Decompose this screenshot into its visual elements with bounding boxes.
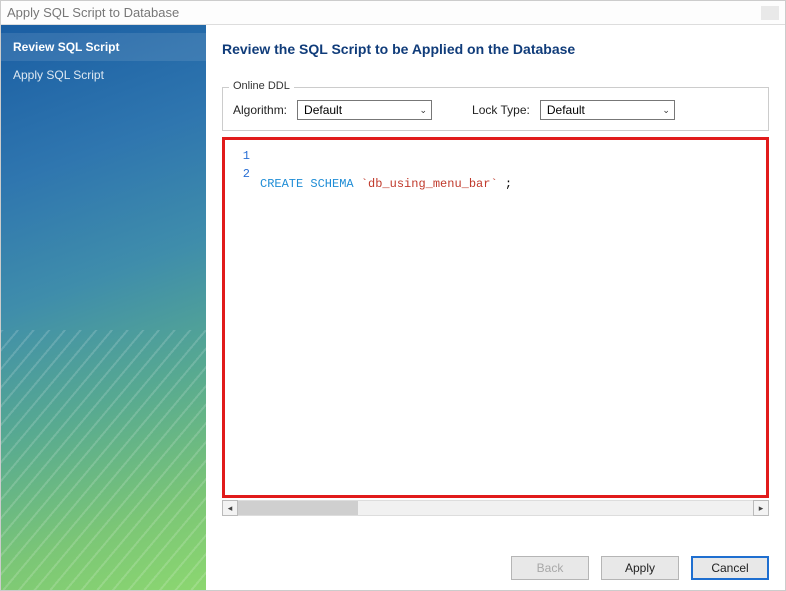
line-gutter: 1 2 (226, 141, 260, 494)
cancel-button[interactable]: Cancel (691, 556, 769, 580)
sql-editor-highlight: 1 2 CREATE SCHEMA `db_using_menu_bar` ; (222, 137, 769, 498)
algorithm-value: Default (304, 103, 342, 117)
code-line (260, 221, 512, 239)
dialog-window: Apply SQL Script to Database Review SQL … (0, 0, 786, 591)
code-line: CREATE SCHEMA `db_using_menu_bar` ; (260, 175, 512, 193)
line-number: 2 (226, 165, 250, 183)
scroll-right-button[interactable]: ▸ (753, 500, 769, 516)
sql-keyword: CREATE SCHEMA (260, 177, 354, 191)
sidebar-item-label: Apply SQL Script (13, 68, 104, 82)
lock-type-select[interactable]: Default ⌄ (540, 100, 675, 120)
scroll-thumb[interactable] (238, 501, 358, 515)
scroll-left-button[interactable]: ◂ (222, 500, 238, 516)
line-number: 1 (226, 147, 250, 165)
online-ddl-legend: Online DDL (229, 80, 294, 92)
horizontal-scrollbar[interactable]: ◂ ▸ (222, 500, 769, 516)
chevron-down-icon: ⌄ (662, 105, 670, 116)
sql-tail: ; (498, 177, 512, 191)
apply-button[interactable]: Apply (601, 556, 679, 580)
sql-identifier: `db_using_menu_bar` (361, 177, 498, 191)
code-area[interactable]: CREATE SCHEMA `db_using_menu_bar` ; (260, 141, 512, 494)
sidebar: Review SQL Script Apply SQL Script (1, 25, 206, 590)
algorithm-select[interactable]: Default ⌄ (297, 100, 432, 120)
main-panel: Review the SQL Script to be Applied on t… (206, 25, 785, 590)
close-button[interactable] (761, 6, 779, 20)
sidebar-item-review-sql-script[interactable]: Review SQL Script (1, 33, 206, 61)
lock-type-label: Lock Type: (472, 103, 530, 117)
algorithm-label: Algorithm: (233, 103, 287, 117)
lock-type-field: Lock Type: Default ⌄ (472, 100, 675, 120)
sql-editor[interactable]: 1 2 CREATE SCHEMA `db_using_menu_bar` ; (226, 141, 765, 494)
chevron-down-icon: ⌄ (419, 105, 427, 116)
algorithm-field: Algorithm: Default ⌄ (233, 100, 432, 120)
titlebar: Apply SQL Script to Database (1, 1, 785, 25)
sidebar-item-label: Review SQL Script (13, 40, 119, 54)
lock-type-value: Default (547, 103, 585, 117)
sidebar-item-apply-sql-script[interactable]: Apply SQL Script (1, 61, 206, 89)
scroll-track[interactable] (238, 500, 753, 516)
page-heading: Review the SQL Script to be Applied on t… (222, 41, 769, 57)
online-ddl-group: Online DDL Algorithm: Default ⌄ Lock Typ… (222, 87, 769, 131)
back-button: Back (511, 556, 589, 580)
button-row: Back Apply Cancel (222, 516, 769, 580)
dialog-body: Review SQL Script Apply SQL Script Revie… (1, 25, 785, 590)
window-title: Apply SQL Script to Database (7, 5, 179, 20)
